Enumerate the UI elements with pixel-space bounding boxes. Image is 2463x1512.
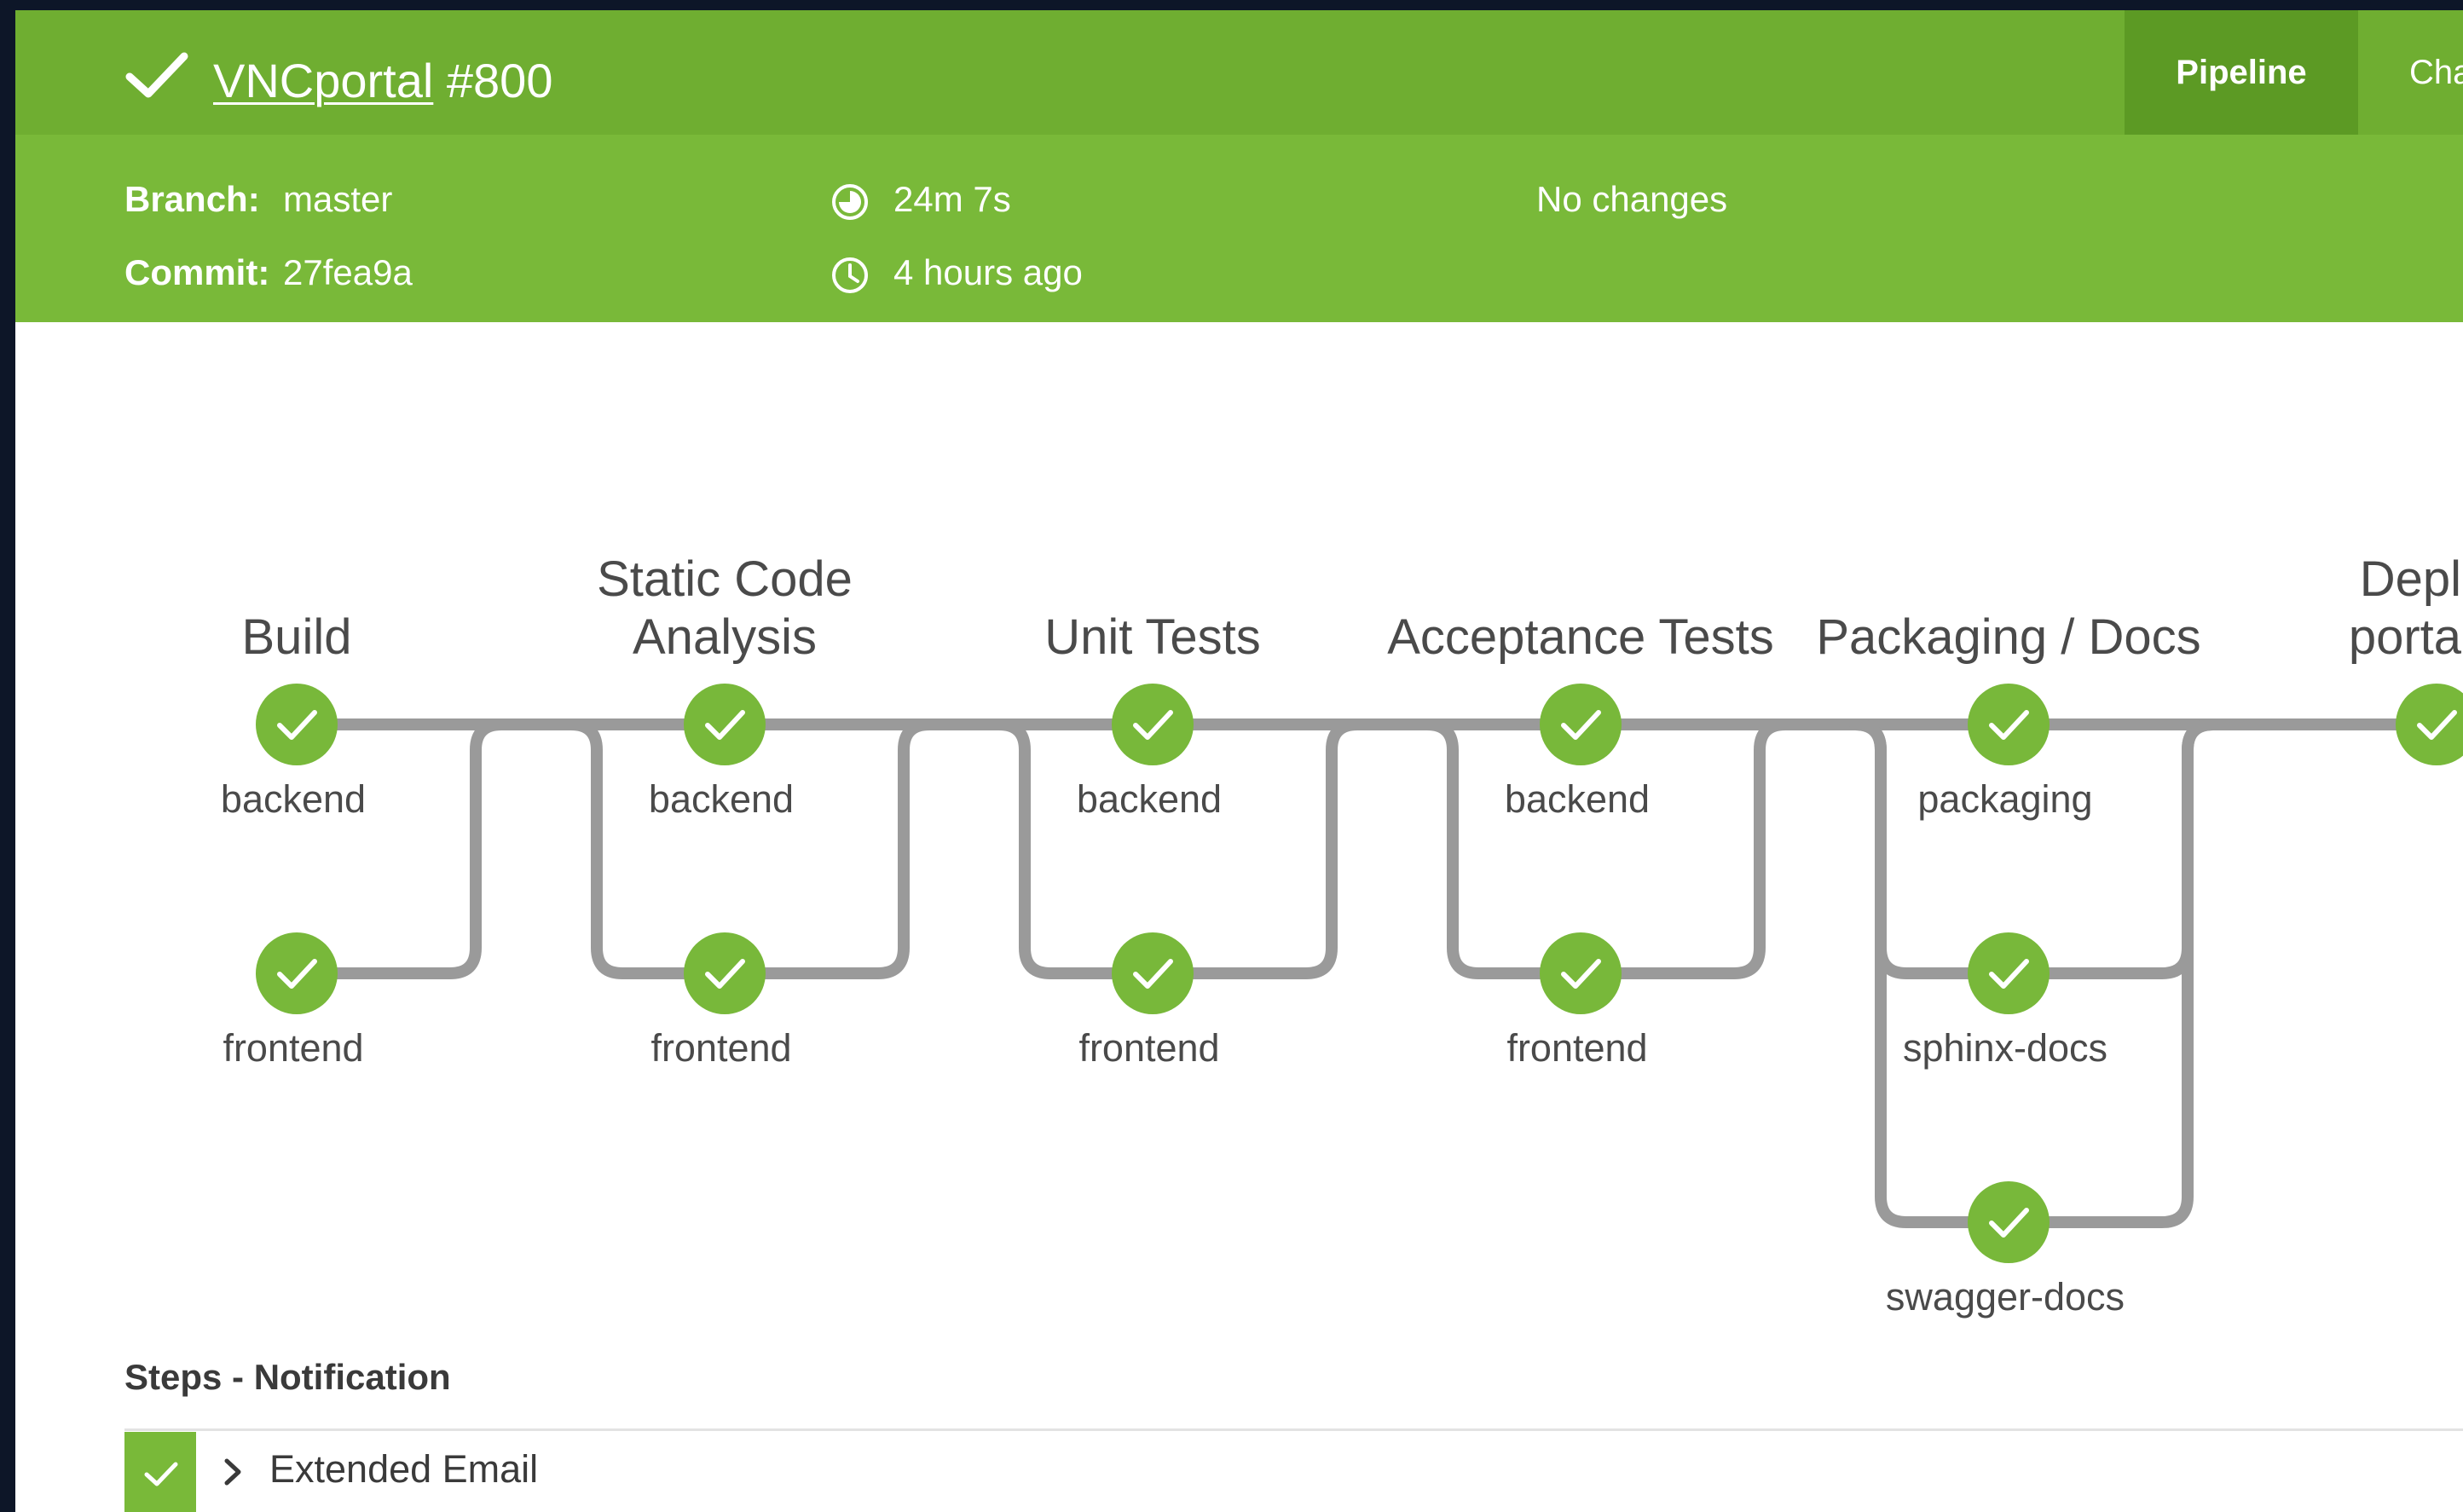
pipeline-connector	[1421, 718, 1791, 979]
node-label: frontend	[1078, 1026, 1220, 1070]
node-circle[interactable]	[684, 684, 766, 765]
stage-node-success[interactable]	[1540, 932, 1622, 1014]
stage-title: Build	[241, 609, 352, 665]
node-circle[interactable]	[684, 932, 766, 1014]
step-status-success	[124, 1432, 196, 1512]
app-frame: VNCportal #800 Pipeline Cha Branch: mast…	[15, 10, 2463, 1512]
stage-title: Deploy	[2359, 551, 2463, 607]
node-label: backend	[1076, 777, 1223, 821]
node-circle[interactable]	[256, 684, 338, 765]
stage-title: Acceptance Tests	[1387, 609, 1774, 665]
stage-node-success[interactable]	[1540, 684, 1622, 765]
pipeline-connector	[1849, 718, 2219, 979]
node-circle[interactable]	[256, 932, 338, 1014]
chevron-right-icon[interactable]	[220, 1457, 246, 1486]
stage-title: Unit Tests	[1044, 609, 1261, 665]
stage-node-success[interactable]	[1968, 932, 2050, 1014]
stage-node-success[interactable]	[1112, 932, 1194, 1014]
stage-title: Static Code	[597, 551, 853, 607]
stage-title: Analysis	[633, 609, 817, 665]
node-label: backend	[220, 777, 367, 821]
stage-node-success[interactable]	[1968, 1181, 2050, 1263]
stage-node-success[interactable]	[684, 684, 766, 765]
stage-node-success[interactable]	[256, 684, 338, 765]
node-circle[interactable]	[1540, 932, 1622, 1014]
node-label: packaging	[1917, 777, 2093, 821]
node-circle[interactable]	[1540, 684, 1622, 765]
pipeline-connector	[565, 718, 935, 979]
step-row[interactable]: Extended Email	[124, 1432, 2463, 1512]
node-circle[interactable]	[1112, 684, 1194, 765]
pipeline-connector	[291, 718, 507, 979]
node-label: frontend	[1506, 1026, 1648, 1070]
node-circle[interactable]	[1112, 932, 1194, 1014]
node-label: frontend	[650, 1026, 792, 1070]
stage-node-success[interactable]	[2396, 684, 2463, 765]
node-label: backend	[1504, 777, 1651, 821]
steps-title: Steps - Notification	[124, 1357, 451, 1397]
node-label: backend	[648, 777, 795, 821]
stage-title: portal.vı	[2348, 609, 2463, 665]
stage-node-success[interactable]	[1968, 684, 2050, 765]
node-circle[interactable]	[1968, 684, 2050, 765]
node-label: sphinx-docs	[1902, 1026, 2108, 1070]
pipeline-graph: Build backend frontend Static Code Analysis b…	[15, 10, 2463, 1512]
node-circle[interactable]	[1968, 1181, 2050, 1263]
pipeline-connector	[993, 718, 1363, 979]
node-circle[interactable]	[2396, 684, 2463, 765]
success-check-icon	[144, 1462, 178, 1486]
stage-node-success[interactable]	[1112, 684, 1194, 765]
step-label: Extended Email	[269, 1447, 539, 1491]
steps-divider	[124, 1428, 2463, 1431]
stage-node-success[interactable]	[256, 932, 338, 1014]
node-label: frontend	[223, 1026, 364, 1070]
node-label: swagger-docs	[1885, 1275, 2125, 1319]
node-circle[interactable]	[1968, 932, 2050, 1014]
stage-node-success[interactable]	[684, 932, 766, 1014]
stage-title: Packaging / Docs	[1816, 609, 2201, 665]
